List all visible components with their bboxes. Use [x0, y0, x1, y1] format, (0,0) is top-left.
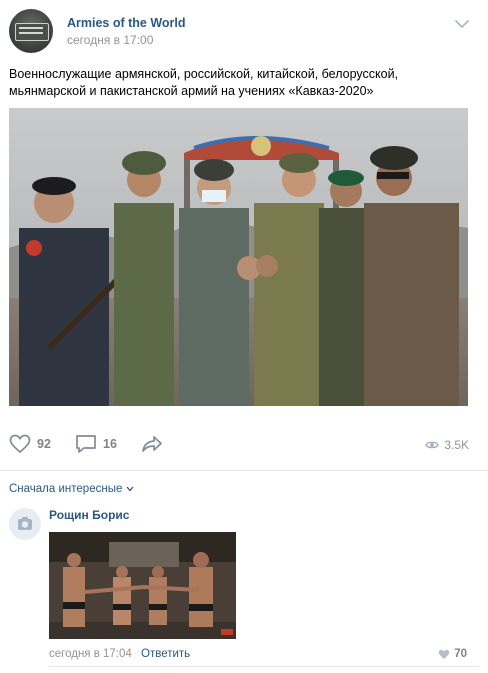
comment-like-count: 70 [454, 648, 467, 660]
comment-icon [76, 435, 96, 453]
post-actions: 92 16 3.5K [9, 434, 479, 458]
avatar-badge-line [19, 32, 43, 34]
comment-time[interactable]: сегодня в 17:04 [49, 648, 132, 660]
sort-label: Сначала интересные [9, 483, 123, 495]
chevron-down-icon [126, 486, 134, 492]
like-count: 92 [37, 437, 51, 451]
photo-soldiers-group [9, 108, 468, 406]
post-time[interactable]: сегодня в 17:00 [67, 33, 153, 47]
comment-meta: сегодня в 17:04 Ответить [49, 648, 190, 660]
heart-icon [439, 649, 450, 659]
divider [0, 470, 488, 471]
comment-author-avatar[interactable] [9, 508, 41, 540]
camera-icon [18, 517, 32, 530]
comment-count: 16 [103, 437, 117, 451]
views-count: 3.5K [444, 438, 469, 452]
avatar-badge-line [19, 27, 43, 29]
comment-item: Рощин Борис сегодня в 17:04 Ответить 70 [9, 506, 479, 666]
comment-like-button[interactable]: 70 [438, 648, 467, 660]
post-text: Военнослужащие армянской, российской, ки… [9, 67, 399, 98]
group-avatar[interactable] [9, 9, 53, 53]
chevron-down-icon[interactable] [455, 19, 469, 29]
divider [49, 666, 479, 667]
share-arrow-icon [142, 436, 162, 452]
reply-button[interactable]: Ответить [141, 648, 190, 660]
like-button[interactable]: 92 [9, 434, 51, 454]
group-name-link[interactable]: Armies of the World [67, 16, 186, 30]
heart-icon [9, 434, 31, 454]
post-header: Armies of the World сегодня в 17:00 [9, 9, 479, 55]
post-photo[interactable] [9, 108, 468, 406]
views-counter: 3.5K [425, 438, 469, 452]
photo-comment-image [49, 532, 236, 639]
comment-photo[interactable] [49, 532, 236, 639]
comment-button[interactable]: 16 [75, 434, 117, 454]
eye-icon [425, 441, 440, 449]
share-button[interactable] [141, 434, 163, 454]
comment-author-name[interactable]: Рощин Борис [49, 508, 129, 522]
comments-sort-dropdown[interactable]: Сначала интересные [9, 483, 134, 495]
